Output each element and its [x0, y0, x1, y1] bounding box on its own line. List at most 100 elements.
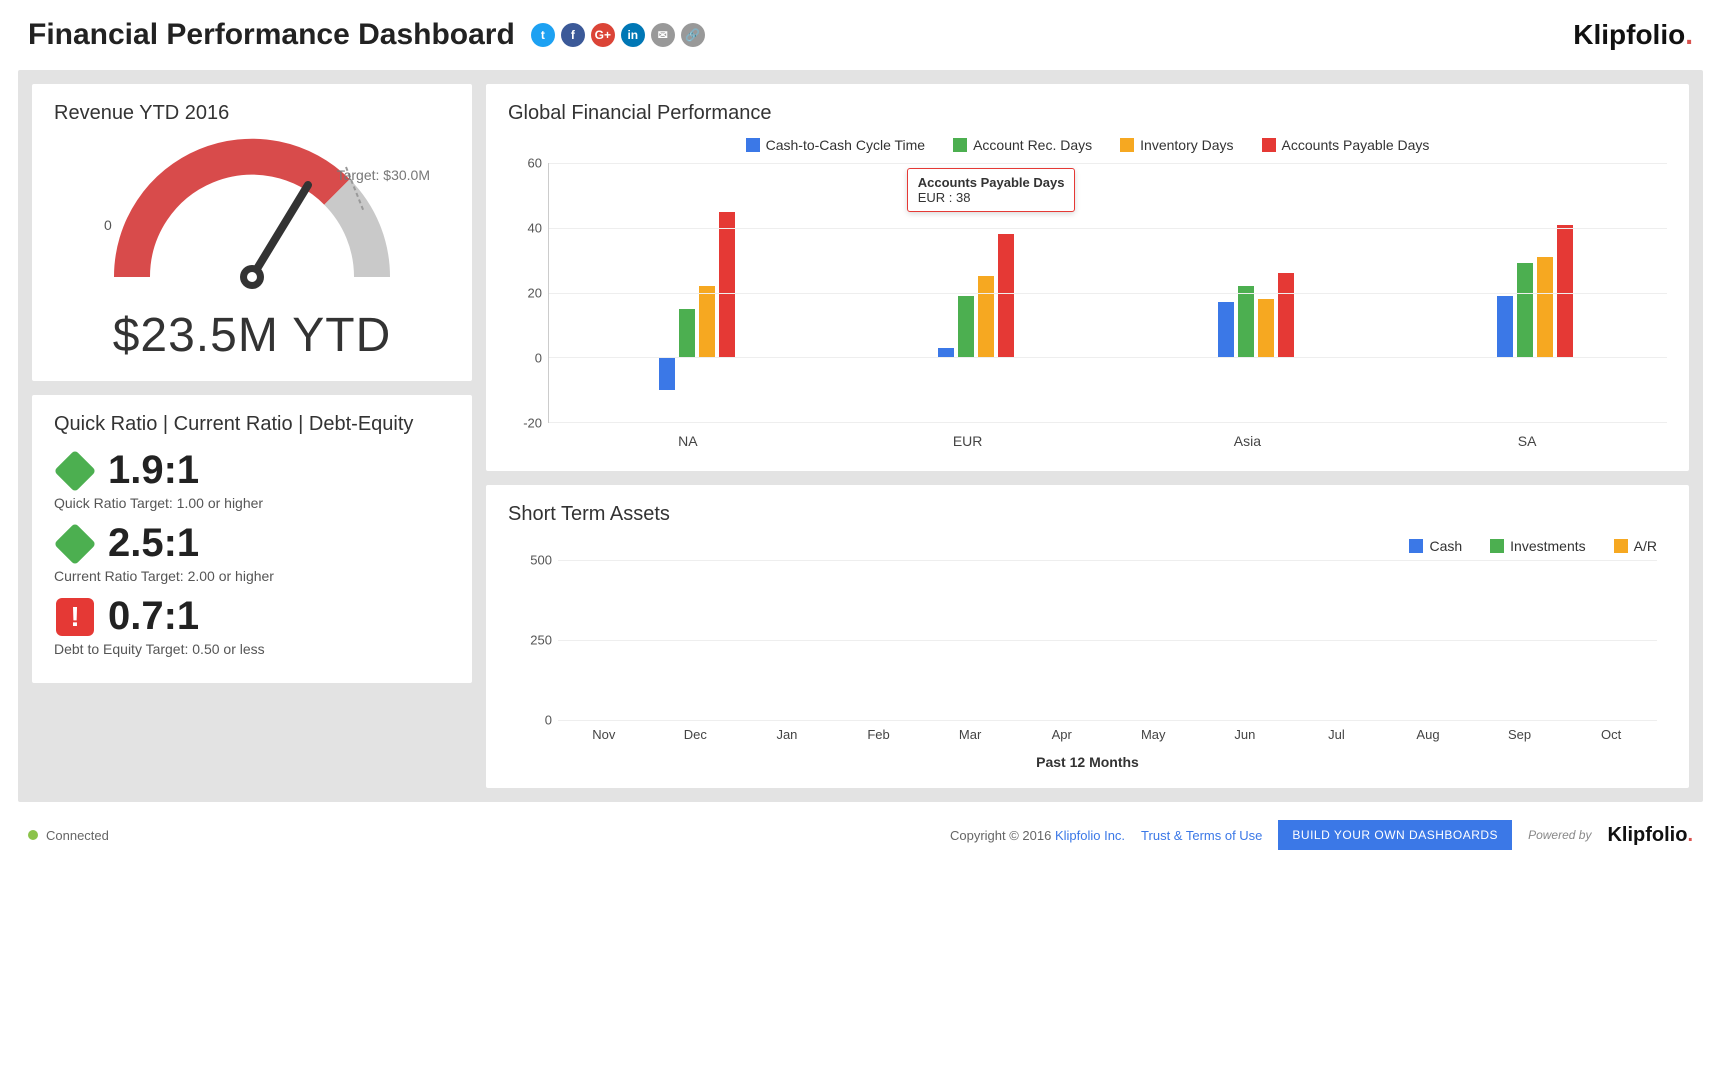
ratio-value: 1.9:1 — [108, 448, 199, 493]
legend-item[interactable]: Accounts Payable Days — [1262, 137, 1430, 153]
x-label: Apr — [1016, 727, 1108, 742]
bar[interactable] — [1218, 302, 1234, 357]
revenue-card: Revenue YTD 2016 0 Target: $30.0M $23.5M… — [32, 84, 472, 381]
legend-item[interactable]: Cash-to-Cash Cycle Time — [746, 137, 926, 153]
brand-text: Klipfolio — [1573, 19, 1685, 50]
short-term-xtitle: Past 12 Months — [508, 754, 1667, 770]
status-alert-icon: ! — [54, 596, 96, 638]
global-perf-legend: Cash-to-Cash Cycle Time Account Rec. Days… — [508, 137, 1667, 153]
ratio-target: Quick Ratio Target: 1.00 or higher — [54, 495, 450, 511]
bar[interactable] — [1238, 286, 1254, 357]
global-perf-plot: Accounts Payable Days EUR : 38 — [548, 163, 1667, 423]
bar[interactable] — [1557, 225, 1573, 358]
terms-link[interactable]: Trust & Terms of Use — [1141, 828, 1262, 843]
facebook-icon[interactable]: f — [561, 23, 585, 47]
bar[interactable] — [719, 212, 735, 358]
tooltip-title: Accounts Payable Days — [918, 175, 1065, 190]
footer-right: Copyright © 2016 Klipfolio Inc. Trust & … — [950, 820, 1693, 850]
ratios-title: Quick Ratio | Current Ratio | Debt-Equit… — [54, 413, 450, 436]
linkedin-icon[interactable]: in — [621, 23, 645, 47]
status-ok-icon — [54, 450, 96, 492]
x-label: SA — [1387, 427, 1667, 453]
bar[interactable] — [1258, 299, 1274, 357]
grid-line — [558, 560, 1657, 561]
legend-label: Account Rec. Days — [973, 137, 1092, 153]
bar[interactable] — [1537, 257, 1553, 357]
x-label: Jul — [1291, 727, 1383, 742]
grid-line — [558, 640, 1657, 641]
legend-label: Investments — [1510, 538, 1585, 554]
x-label: NA — [548, 427, 828, 453]
y-tick-label: 0 — [535, 351, 542, 366]
y-tick-label: 60 — [528, 156, 542, 171]
bar[interactable] — [679, 309, 695, 358]
x-label: Oct — [1565, 727, 1657, 742]
bar[interactable] — [1517, 263, 1533, 357]
global-perf-yaxis: -200204060 — [508, 163, 548, 423]
header-left: Financial Performance Dashboard t f G+ i… — [28, 18, 705, 52]
global-perf-xlabels: NAEURAsiaSA — [548, 427, 1667, 453]
x-label: EUR — [828, 427, 1108, 453]
legend-item[interactable]: Investments — [1490, 538, 1585, 554]
social-icons: t f G+ in ✉ 🔗 — [531, 23, 705, 47]
bar[interactable] — [659, 357, 675, 389]
footer-left: Connected — [28, 828, 109, 843]
bar[interactable] — [1497, 296, 1513, 358]
header: Financial Performance Dashboard t f G+ i… — [0, 0, 1721, 62]
email-icon[interactable]: ✉ — [651, 23, 675, 47]
bar[interactable] — [958, 296, 974, 358]
copyright-text: Copyright © 2016 Klipfolio Inc. — [950, 828, 1125, 843]
twitter-icon[interactable]: t — [531, 23, 555, 47]
status-ok-icon — [54, 523, 96, 565]
grid-line — [558, 720, 1657, 721]
build-dashboards-button[interactable]: BUILD YOUR OWN DASHBOARDS — [1278, 820, 1512, 850]
x-label: Jan — [741, 727, 833, 742]
ratio-row: 1.9:1 — [54, 448, 450, 493]
x-label: Jun — [1199, 727, 1291, 742]
bar[interactable] — [699, 286, 715, 357]
ratio-target: Debt to Equity Target: 0.50 or less — [54, 641, 450, 657]
powered-by-label: Powered by — [1528, 828, 1591, 842]
global-perf-card: Global Financial Performance Cash-to-Cas… — [486, 84, 1689, 471]
legend-swatch-icon — [1120, 138, 1134, 152]
global-perf-chart: -200204060 Accounts Payable Days EUR : 3… — [508, 163, 1667, 453]
legend-swatch-icon — [1490, 539, 1504, 553]
ratio-row: 2.5:1 — [54, 521, 450, 566]
bar[interactable] — [998, 234, 1014, 357]
x-label: May — [1107, 727, 1199, 742]
tooltip-value: EUR : 38 — [918, 190, 1065, 205]
link-icon[interactable]: 🔗 — [681, 23, 705, 47]
bar[interactable] — [938, 348, 954, 358]
ratio-target: Current Ratio Target: 2.00 or higher — [54, 568, 450, 584]
google-plus-icon[interactable]: G+ — [591, 23, 615, 47]
grid-line — [549, 163, 1667, 164]
legend-item[interactable]: Cash — [1409, 538, 1462, 554]
legend-swatch-icon — [953, 138, 967, 152]
legend-item[interactable]: Account Rec. Days — [953, 137, 1092, 153]
short-term-chart: 0250500 NovDecJanFebMarAprMayJunJulAugSe… — [508, 560, 1667, 770]
dashboard: Revenue YTD 2016 0 Target: $30.0M $23.5M… — [18, 70, 1703, 802]
right-column: Global Financial Performance Cash-to-Cas… — [486, 84, 1689, 788]
company-link[interactable]: Klipfolio Inc. — [1055, 828, 1125, 843]
brand-dot-icon: . — [1685, 19, 1693, 50]
connection-status-text: Connected — [46, 828, 109, 843]
revenue-gauge: 0 Target: $30.0M $23.5M YTD — [54, 137, 450, 363]
bar[interactable] — [978, 276, 994, 357]
ratios-card: Quick Ratio | Current Ratio | Debt-Equit… — [32, 395, 472, 683]
short-term-legend: Cash Investments A/R — [508, 538, 1657, 554]
grid-line — [549, 228, 1667, 229]
x-label: Dec — [650, 727, 742, 742]
bar[interactable] — [1278, 273, 1294, 357]
y-tick-label: 250 — [508, 633, 552, 648]
copyright-label: Copyright © 2016 — [950, 828, 1051, 843]
gauge-icon — [82, 137, 422, 297]
legend-item[interactable]: A/R — [1614, 538, 1657, 554]
grid-line — [549, 357, 1667, 358]
legend-swatch-icon — [1614, 539, 1628, 553]
legend-item[interactable]: Inventory Days — [1120, 137, 1233, 153]
legend-swatch-icon — [1262, 138, 1276, 152]
short-term-xlabels: NovDecJanFebMarAprMayJunJulAugSepOct — [558, 727, 1657, 742]
legend-label: Inventory Days — [1140, 137, 1233, 153]
x-label: Asia — [1108, 427, 1388, 453]
y-tick-label: -20 — [523, 416, 542, 431]
